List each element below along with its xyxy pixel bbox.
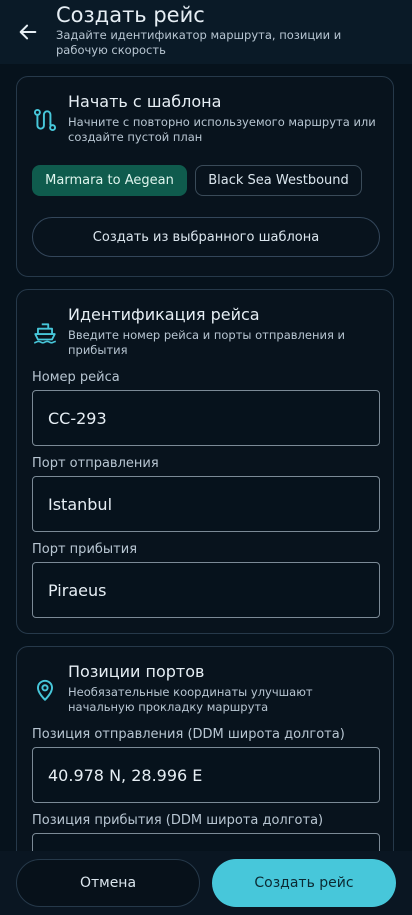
template-chip-marmara-to-aegean[interactable]: Marmara to Aegean <box>32 165 187 196</box>
arrival-port-input[interactable]: Piraeus <box>32 562 380 618</box>
voyage-identification-card: Идентификация рейса Введите номер рейса … <box>16 289 394 634</box>
page-title: Создать рейс <box>56 3 205 27</box>
create-from-template-button[interactable]: Создать из выбранного шаблона <box>32 217 380 257</box>
voyage-card-subtitle: Введите номер рейса и порты отправления … <box>68 328 345 357</box>
arrival-port-label: Порт прибытия <box>32 542 138 557</box>
positions-card-title: Позиции портов <box>68 662 205 681</box>
departure-port-input[interactable]: Istanbul <box>32 476 380 532</box>
ship-icon <box>34 323 56 344</box>
template-card: Начать с шаблона Начните с повторно испо… <box>16 76 394 277</box>
arrival-position-label: Позиция прибытия (DDM широта долгота) <box>32 813 324 828</box>
cancel-button[interactable]: Отмена <box>16 859 200 907</box>
departure-port-label: Порт отправления <box>32 456 159 471</box>
location-pin-icon <box>36 679 54 701</box>
top-app-bar: Создать рейс Задайте идентификатор маршр… <box>0 0 412 64</box>
positions-card-subtitle: Необязательные координаты улучшают начал… <box>68 685 313 714</box>
template-chip-black-sea-westbound[interactable]: Black Sea Westbound <box>195 165 362 196</box>
template-card-title: Начать с шаблона <box>68 92 222 111</box>
back-button[interactable] <box>14 18 42 46</box>
route-icon <box>33 108 57 132</box>
voyage-number-label: Номер рейса <box>32 370 120 385</box>
departure-position-input[interactable]: 40.978 N, 28.996 E <box>32 747 380 803</box>
voyage-card-title: Идентификация рейса <box>68 305 260 324</box>
bottom-action-bar: Отмена Создать рейс <box>0 851 412 915</box>
voyage-number-input[interactable]: CC-293 <box>32 390 380 446</box>
page-subtitle: Задайте идентификатор маршрута, позиции … <box>56 28 342 57</box>
create-voyage-button[interactable]: Создать рейс <box>212 859 396 907</box>
back-arrow-icon <box>19 24 37 40</box>
template-card-subtitle: Начните с повторно используемого маршрут… <box>68 115 376 144</box>
departure-position-label: Позиция отправления (DDM широта долгота) <box>32 727 345 742</box>
